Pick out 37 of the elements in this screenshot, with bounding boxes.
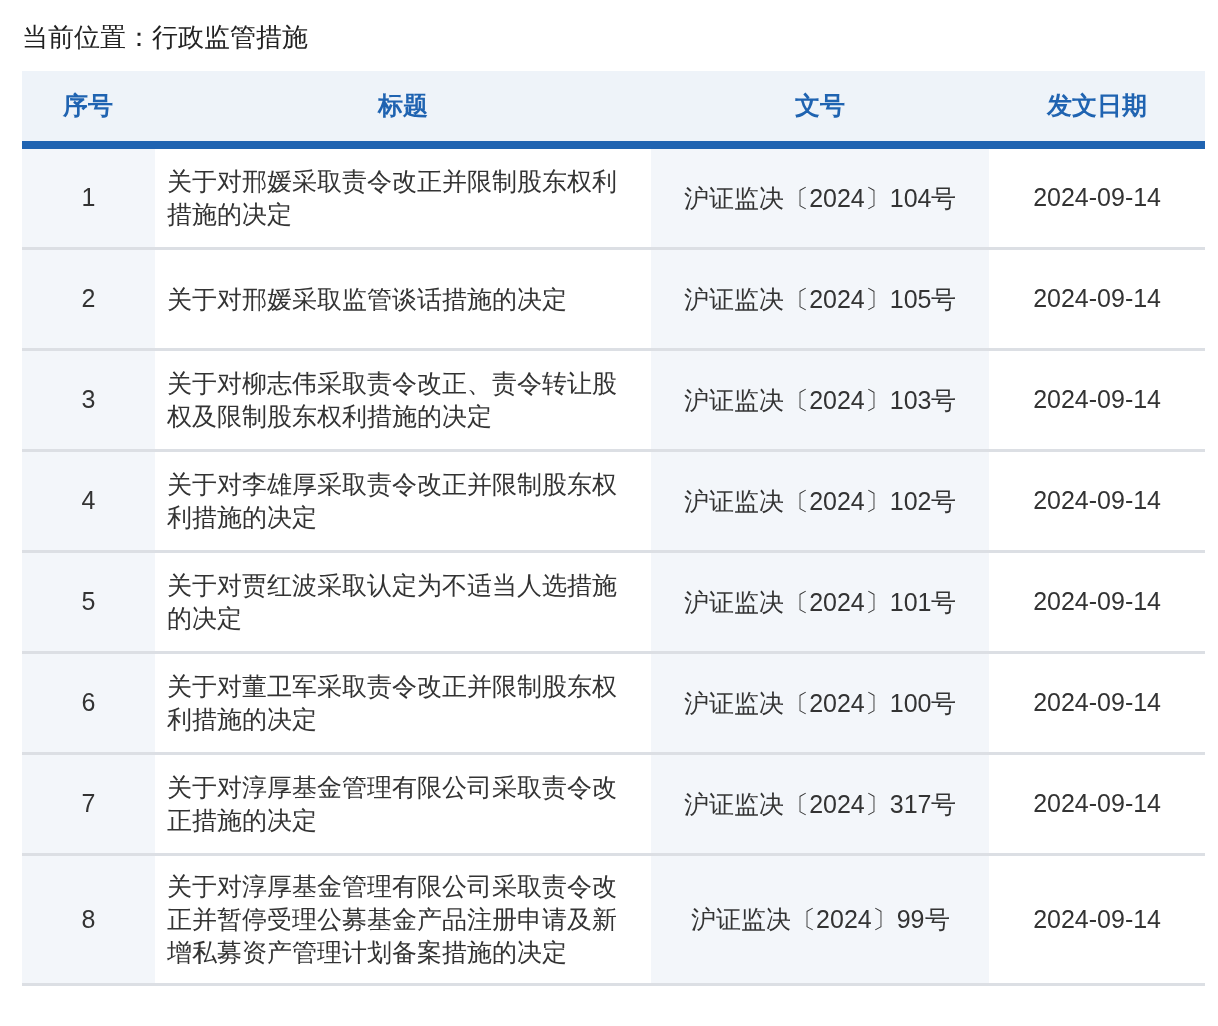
table-cell-text: 2024-09-14 bbox=[1032, 283, 1163, 315]
table-cell-text: 2024-09-14 bbox=[1032, 384, 1163, 416]
table-cell: 6 bbox=[22, 654, 155, 752]
document-title-link[interactable]: 关于对邢媛采取责令改正并限制股东权利措施的决定 bbox=[166, 165, 640, 231]
table-cell: 3 bbox=[22, 351, 155, 449]
breadcrumb: 当前位置：行政监管措施 bbox=[22, 21, 309, 54]
table-cell-text: 沪证监决〔2024〕103号 bbox=[684, 384, 957, 416]
column-header: 文号 bbox=[794, 90, 847, 122]
table-cell-text: 沪证监决〔2024〕317号 bbox=[684, 788, 957, 820]
table-cell-text: 沪证监决〔2024〕101号 bbox=[684, 586, 957, 618]
column-header: 标题 bbox=[376, 90, 430, 122]
table-cell-text: 沪证监决〔2024〕99号 bbox=[691, 904, 950, 935]
table-cell: 1 bbox=[22, 149, 155, 247]
document-title-link[interactable]: 关于对柳志伟采取责令改正、责令转让股权及限制股东权利措施的决定 bbox=[166, 367, 640, 433]
table-cell-text: 2024-09-14 bbox=[1032, 586, 1163, 618]
table-cell-text: 沪证监决〔2024〕100号 bbox=[684, 687, 957, 719]
column-header: 序号 bbox=[62, 90, 115, 122]
table-cell: 8 bbox=[22, 856, 155, 983]
table-cell-text: 沪证监决〔2024〕102号 bbox=[684, 485, 957, 517]
table-cell-text: 2024-09-14 bbox=[1032, 182, 1163, 214]
table-cell-text: 2024-09-14 bbox=[1032, 485, 1163, 517]
document-title-link[interactable]: 关于对邢媛采取监管谈话措施的决定 bbox=[166, 282, 567, 316]
document-title-link[interactable]: 关于对董卫军采取责令改正并限制股东权利措施的决定 bbox=[166, 670, 640, 736]
table-cell: 4 bbox=[22, 452, 155, 550]
table-cell-text: 沪证监决〔2024〕104号 bbox=[684, 182, 957, 214]
table-cell: 2 bbox=[22, 250, 155, 348]
table-cell-text: 2024-09-14 bbox=[1032, 903, 1163, 935]
document-title-link[interactable]: 关于对贾红波采取认定为不适当人选措施的决定 bbox=[166, 569, 640, 635]
document-title-link[interactable]: 关于对淳厚基金管理有限公司采取责令改正并暂停受理公募基金产品注册申请及新增私募资产管理计划备案措施的决定 bbox=[166, 870, 640, 969]
document-title-link[interactable]: 关于对淳厚基金管理有限公司采取责令改正措施的决定 bbox=[166, 771, 640, 837]
document-title-link[interactable]: 关于对李雄厚采取责令改正并限制股东权利措施的决定 bbox=[166, 468, 640, 534]
table-cell: 7 bbox=[22, 755, 155, 853]
table-cell-text: 沪证监决〔2024〕105号 bbox=[684, 283, 957, 315]
column-header: 发文日期 bbox=[1045, 90, 1149, 122]
table-cell-text: 2024-09-14 bbox=[1032, 788, 1163, 820]
table-cell-text: 2024-09-14 bbox=[1032, 687, 1163, 719]
table-cell: 5 bbox=[22, 553, 155, 651]
